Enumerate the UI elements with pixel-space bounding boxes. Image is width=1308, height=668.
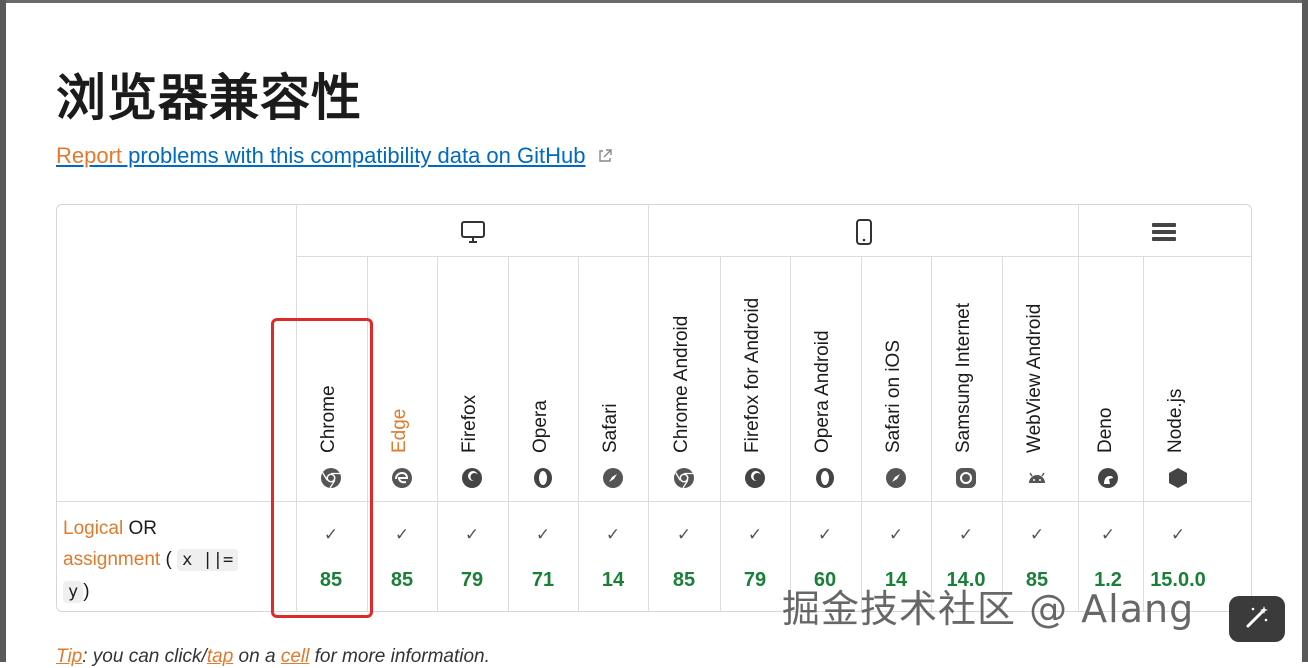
tip-part-2: on a [233,646,281,667]
tip-part-1: : you can click/ [82,646,207,667]
browser-name: Firefox [459,394,480,453]
check-icon: ✓ [1170,525,1186,545]
browser-header-samsung-internet: Samsung Internet [931,257,1001,503]
check-icon: ✓ [1100,525,1116,545]
report-link-text-2[interactable]: problems with this compatibility data on… [122,143,585,168]
nodejs-icon [1167,467,1189,489]
compat-table: Chrome Edge Firefox Opera Safari Chrome Andro… [56,204,1252,612]
browser-name: WebView Android [1024,303,1045,453]
edge-icon [391,467,413,489]
browser-name: Safari [600,403,621,453]
browser-header-opera: Opera [508,257,578,503]
feature-link-assignment[interactable]: assignment [63,549,160,570]
browser-header-edge: Edge [367,257,437,503]
browser-name: Opera [530,400,551,453]
browser-header-firefox: Firefox [437,257,507,503]
browser-header-safari: Safari [578,257,648,503]
watermark: 掘金技术社区 @ Alang [782,587,1195,631]
check-icon: ✓ [464,525,480,545]
check-icon: ✓ [888,525,904,545]
chrome-icon [673,467,695,489]
check-icon: ✓ [747,525,763,545]
page-title: 浏览器兼容性 [56,69,362,127]
browser-name: Edge [389,408,410,453]
magic-wand-button[interactable] [1229,596,1285,642]
support-cell-edge[interactable]: ✓ 85 [367,503,437,611]
check-icon: ✓ [817,525,833,545]
opera-icon [532,467,554,489]
browser-name: Chrome Android [671,315,692,453]
support-cell-firefox[interactable]: ✓ 79 [437,503,507,611]
firefox-icon [744,467,766,489]
feature-code-operator: x ||= [177,549,239,571]
tap-link[interactable]: tap [207,646,233,667]
browser-name: Firefox for Android [742,297,763,453]
feature-paren-close: ) [83,581,90,602]
opera-icon [814,467,836,489]
check-icon: ✓ [535,525,551,545]
feature-link-logical[interactable]: Logical [63,518,123,539]
browser-header-chrome-android: Chrome Android [649,257,719,503]
check-icon: ✓ [394,525,410,545]
browser-header-deno: Deno [1073,257,1143,503]
external-link-icon [597,144,613,170]
check-icon: ✓ [1029,525,1045,545]
support-cell-safari[interactable]: ✓ 14 [578,503,648,611]
cell-link[interactable]: cell [281,646,310,667]
server-icon [1149,219,1179,245]
report-problems-link[interactable]: Report problems with this compatibility … [56,143,613,170]
browser-name: Node.js [1165,388,1186,453]
deno-icon [1097,467,1119,489]
check-icon: ✓ [958,525,974,545]
report-link-text-1[interactable]: Report [56,143,122,168]
browser-name: Opera Android [812,330,833,453]
version-number: 71 [531,569,555,591]
support-cell-opera[interactable]: ✓ 71 [508,503,578,611]
feature-name-cell[interactable]: Logical OR assignment ( x ||= y) [63,513,293,608]
feature-code-operand: y [63,581,84,603]
version-number: 79 [743,569,767,591]
magic-wand-icon [1242,602,1272,636]
check-icon: ✓ [605,525,621,545]
feature-paren-open: ( [160,549,172,570]
window-frame-left [0,0,6,662]
browser-header-firefox-for-android: Firefox for Android [720,257,790,503]
version-number: 14 [601,569,625,591]
support-cell-firefox-for-android[interactable]: ✓ 79 [720,503,790,611]
feature-text-or: OR [123,518,157,539]
window-frame-right [1302,0,1308,662]
firefox-icon [461,467,483,489]
tip-link[interactable]: Tip [56,646,82,667]
safari-icon [885,467,907,489]
android-icon [1026,467,1048,489]
check-icon: ✓ [676,525,692,545]
version-number: 85 [672,569,696,591]
chrome-highlight-box [271,318,373,618]
safari-icon [602,467,624,489]
mobile-icon [849,217,879,247]
browser-header-opera-android: Opera Android [790,257,860,503]
browser-header-node-js: Node.js [1143,257,1213,503]
support-cell-chrome-android[interactable]: ✓ 85 [649,503,719,611]
browser-name: Samsung Internet [953,303,974,453]
browser-name: Safari on iOS [883,340,904,453]
version-number: 85 [390,569,414,591]
version-number: 79 [460,569,484,591]
desktop-icon [457,219,489,245]
tip-part-3: for more information. [309,646,490,667]
window-frame-top [0,0,1308,3]
tip-text: Tip: you can click/tap on a cell for mor… [56,646,490,668]
browser-name: Deno [1095,407,1116,453]
browser-header-webview-android: WebView Android [1002,257,1072,503]
browser-header-safari-on-ios: Safari on iOS [861,257,931,503]
samsung-internet-icon [955,467,977,489]
